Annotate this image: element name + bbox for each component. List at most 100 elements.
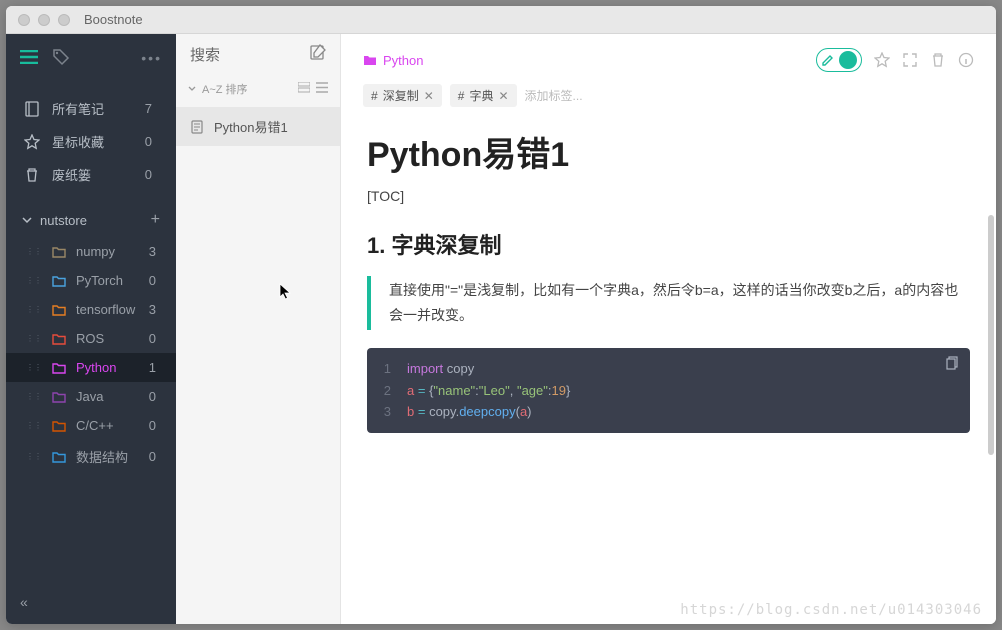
folder-icon (363, 54, 377, 66)
code-line: 3b = copy.deepcopy(a) (379, 401, 958, 422)
close-dot[interactable] (18, 14, 30, 26)
folder-count: 1 (149, 360, 166, 375)
sidebar-top: ••• (6, 34, 176, 82)
folder-count: 3 (149, 302, 166, 317)
sidebar: ••• 所有笔记 7 星标收藏 0 废纸篓 0 (6, 34, 176, 624)
folder-icon (52, 362, 66, 374)
edit-toggle[interactable] (816, 48, 862, 72)
maximize-dot[interactable] (58, 14, 70, 26)
starred-label: 星标收藏 (52, 132, 104, 151)
sidebar-folder-c/c++[interactable]: ⋮⋮ C/C++ 0 (6, 411, 176, 440)
code-block: 1import copy 2a = {"name":"Leo", "age":1… (367, 348, 970, 432)
folder-name: 数据结构 (76, 447, 128, 466)
folder-name: Python (76, 360, 116, 375)
note-list-item[interactable]: Python易错1 (176, 107, 340, 146)
folder-icon (52, 246, 66, 258)
sidebar-folder-tensorflow[interactable]: ⋮⋮ tensorflow 3 (6, 295, 176, 324)
drag-handle-icon: ⋮⋮ (26, 421, 42, 430)
star-icon[interactable] (874, 52, 890, 68)
add-folder-icon[interactable]: + (151, 211, 160, 229)
view-list-icon[interactable] (316, 82, 328, 96)
menu-icon[interactable] (20, 50, 38, 67)
starred-count: 0 (145, 134, 158, 149)
star-icon (24, 134, 40, 150)
collapse-sidebar[interactable]: « (6, 584, 176, 624)
folder-name: ROS (76, 331, 104, 346)
drag-handle-icon: ⋮⋮ (26, 363, 42, 372)
drag-handle-icon: ⋮⋮ (26, 452, 42, 461)
folder-name: numpy (76, 244, 115, 259)
sidebar-folder-numpy[interactable]: ⋮⋮ numpy 3 (6, 237, 176, 266)
sidebar-all-notes[interactable]: 所有笔记 7 (6, 92, 176, 125)
scrollbar-thumb[interactable] (988, 215, 994, 455)
folder-name: Java (76, 389, 103, 404)
folder-breadcrumb[interactable]: Python (363, 53, 423, 68)
tag-chip[interactable]: #深复制 ✕ (363, 84, 442, 107)
search-input[interactable]: 搜索 (190, 44, 302, 65)
tag-chip[interactable]: #字典 ✕ (450, 84, 517, 107)
app-window: Boostnote ••• 所有笔记 7 (6, 6, 996, 624)
editor-actions (816, 48, 974, 72)
editor-panel: Python #深复制 ✕ #字典 ✕ 添加标签... (341, 34, 996, 624)
drag-handle-icon: ⋮⋮ (26, 392, 42, 401)
sidebar-starred[interactable]: 星标收藏 0 (6, 125, 176, 158)
tag-icon[interactable] (52, 48, 70, 69)
note-title: Python易错1 (214, 117, 288, 136)
folder-icon (52, 275, 66, 287)
sidebar-folder-数据结构[interactable]: ⋮⋮ 数据结构 0 (6, 440, 176, 473)
chevron-down-icon[interactable] (188, 85, 196, 93)
view-compact-icon[interactable] (298, 82, 310, 96)
all-notes-count: 7 (145, 101, 158, 116)
code-line: 1import copy (379, 358, 958, 379)
trash-icon (24, 167, 40, 183)
sidebar-main-group: 所有笔记 7 星标收藏 0 废纸篓 0 (6, 82, 176, 197)
minimize-dot[interactable] (38, 14, 50, 26)
note-content[interactable]: Python易错1 [TOC] 1. 字典深复制 直接使用"="是浅复制，比如有… (341, 115, 996, 624)
sidebar-folder-python[interactable]: ⋮⋮ Python 1 (6, 353, 176, 382)
folder-list: ⋮⋮ numpy 3⋮⋮ PyTorch 0⋮⋮ tensorflow 3⋮⋮ … (6, 237, 176, 473)
book-icon (24, 101, 40, 117)
sort-bar: A~Z 排序 (176, 75, 340, 107)
blockquote: 直接使用"="是浅复制，比如有一个字典a，然后令b=a，这样的话当你改变b之后，… (367, 276, 970, 330)
folder-count: 0 (149, 273, 166, 288)
folder-icon (52, 391, 66, 403)
sidebar-folder-pytorch[interactable]: ⋮⋮ PyTorch 0 (6, 266, 176, 295)
titlebar[interactable]: Boostnote (6, 6, 996, 34)
sidebar-trash[interactable]: 废纸篓 0 (6, 158, 176, 191)
folder-name: Python (383, 53, 423, 68)
info-icon[interactable] (958, 52, 974, 68)
drag-handle-icon: ⋮⋮ (26, 334, 42, 343)
folder-name: C/C++ (76, 418, 114, 433)
note-list-panel: 搜索 A~Z 排序 Python易错1 (176, 34, 341, 624)
more-icon[interactable]: ••• (141, 50, 162, 66)
folder-count: 3 (149, 244, 166, 259)
notelist-top: 搜索 (176, 34, 340, 75)
fullscreen-icon[interactable] (902, 52, 918, 68)
traffic-lights (18, 14, 70, 26)
trash-icon[interactable] (930, 52, 946, 68)
toc-marker: [TOC] (367, 188, 970, 204)
tag-bar: #深复制 ✕ #字典 ✕ 添加标签... (341, 80, 996, 115)
tag-remove-icon[interactable]: ✕ (498, 89, 508, 103)
sidebar-folder-java[interactable]: ⋮⋮ Java 0 (6, 382, 176, 411)
pencil-icon (821, 53, 835, 67)
window-title: Boostnote (84, 12, 143, 27)
sidebar-folder-ros[interactable]: ⋮⋮ ROS 0 (6, 324, 176, 353)
add-tag-input[interactable]: 添加标签... (525, 87, 583, 104)
note-title-heading: Python易错1 (367, 127, 970, 176)
editor-header: Python (341, 34, 996, 80)
trash-count: 0 (145, 167, 158, 182)
folder-icon (52, 304, 66, 316)
storage-name: nutstore (40, 213, 87, 228)
section-heading: 1. 字典深复制 (367, 228, 970, 260)
storage-header[interactable]: nutstore + (6, 197, 176, 237)
new-note-icon[interactable] (310, 44, 326, 65)
sort-label[interactable]: A~Z 排序 (202, 81, 248, 97)
folder-count: 0 (149, 418, 166, 433)
drag-handle-icon: ⋮⋮ (26, 305, 42, 314)
document-icon (190, 120, 204, 134)
folder-name: tensorflow (76, 302, 135, 317)
tag-remove-icon[interactable]: ✕ (424, 89, 434, 103)
copy-icon[interactable] (946, 356, 960, 373)
code-line: 2a = {"name":"Leo", "age":19} (379, 380, 958, 401)
